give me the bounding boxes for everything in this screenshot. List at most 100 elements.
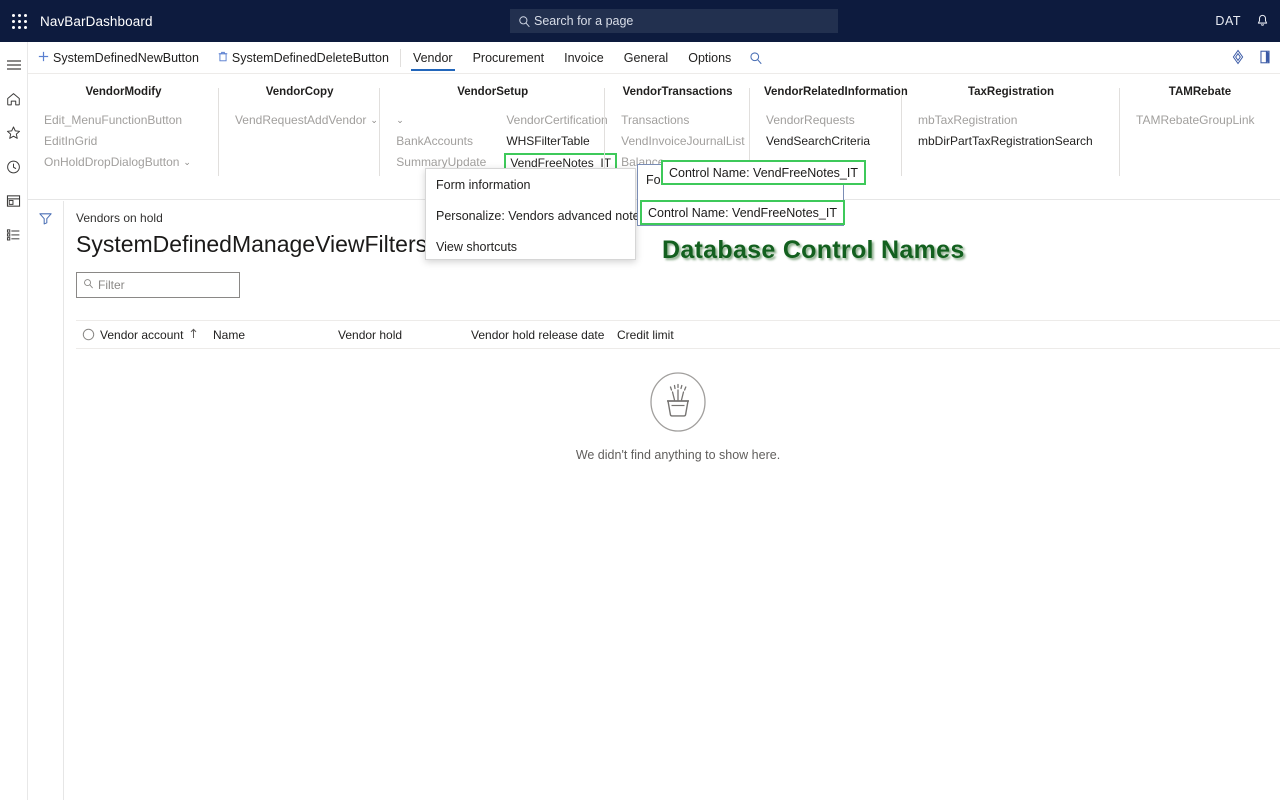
ribbon-command-editingrid[interactable]: EditInGrid — [42, 131, 193, 151]
grid-column-vendor-hold[interactable]: Vendor hold — [338, 328, 471, 342]
ribbon-group-title: TaxRegistration — [967, 86, 1055, 98]
chevron-down-icon: ⌄ — [396, 115, 404, 125]
ribbon-command-transactions[interactable]: Transactions — [619, 110, 746, 130]
action-pane-tabstrip: SystemDefinedNewButton SystemDefinedDele… — [28, 42, 1280, 74]
quick-filter-input[interactable]: Filter — [76, 272, 240, 298]
ribbon-command-vendsearchcriteria[interactable]: VendSearchCriteria — [764, 131, 872, 151]
filter-rail — [28, 201, 64, 800]
empty-plant-pot-icon — [645, 369, 711, 440]
ribbon-command-label: VendSearchCriteria — [766, 134, 871, 148]
ribbon-command-vendinvoicejournallist[interactable]: VendInvoiceJournalList — [619, 131, 746, 151]
ribbon-command-mbtaxregistration[interactable]: mbTaxRegistration — [916, 110, 1095, 130]
ribbon-command-vendrequestaddvendor[interactable]: VendRequestAddVendor ⌄ — [233, 110, 380, 130]
ribbon-command-label: mbDirPartTaxRegistrationSearch — [918, 134, 1093, 148]
grid-header-row: Vendor account Name Vendor hold Vendor h… — [76, 321, 1280, 349]
tab-general[interactable]: General — [614, 42, 678, 74]
ribbon-command-mbdirparttaxregistrationsearch[interactable]: mbDirPartTaxRegistrationSearch — [916, 131, 1095, 151]
grid-column-vendor-account[interactable]: Vendor account — [100, 328, 213, 342]
ribbon-group-title: VendorCopy — [265, 86, 334, 98]
sort-ascending-arrow-icon — [189, 328, 198, 342]
ribbon-search-icon[interactable] — [741, 42, 771, 74]
new-button-label: SystemDefinedNewButton — [53, 50, 199, 65]
tab-invoice[interactable]: Invoice — [554, 42, 614, 74]
page-title-label: SystemDefinedManageViewFilters — [76, 231, 428, 257]
chevron-down-icon: ⌄ — [370, 115, 378, 125]
recent-clock-icon[interactable] — [0, 150, 28, 184]
ribbon-command-label: VendInvoiceJournalList — [621, 134, 745, 148]
ribbon-group-title: TAMRebate — [1168, 86, 1232, 98]
ribbon-command-vendorcertification[interactable]: VendorCertification — [504, 110, 617, 130]
ribbon-command-label: EditInGrid — [44, 134, 98, 148]
ribbon-group-title: VendorTransactions — [622, 86, 733, 98]
tab-general-label: General — [623, 50, 669, 65]
vendors-grid: Vendor account Name Vendor hold Vendor h… — [76, 320, 1280, 800]
workspace-icon[interactable] — [0, 184, 28, 218]
page-search-input[interactable]: Search for a page — [510, 9, 838, 33]
grid-column-credit-limit[interactable]: Credit limit — [617, 328, 674, 342]
ribbon-group-tamrebate: TAMRebate TAMRebateGroupLink — [1120, 86, 1280, 186]
ribbon-command-overflow-caret[interactable]: ⌄ — [394, 110, 488, 130]
menu-item-view-shortcuts[interactable]: View shortcuts — [426, 231, 635, 262]
notifications-bell-icon[interactable] — [1255, 13, 1270, 29]
new-button[interactable]: SystemDefinedNewButton — [28, 42, 208, 74]
app-launcher-icon[interactable] — [0, 0, 38, 42]
control-name-tooltip-upper: Control Name: VendFreeNotes_IT — [661, 160, 866, 185]
delete-button-label: SystemDefinedDeleteButton — [231, 50, 389, 65]
ribbon-command-label: TAMRebateGroupLink — [1136, 113, 1255, 127]
chevron-down-icon: ⌄ — [183, 157, 191, 167]
ribbon-group-vendorcopy: VendorCopy VendRequestAddVendor ⌄ — [219, 86, 381, 186]
ribbon-command-bankaccounts[interactable]: BankAccounts — [394, 131, 488, 151]
tab-divider — [399, 48, 401, 67]
ribbon-command-label: Transactions — [621, 113, 690, 127]
select-all-circle-icon[interactable] — [76, 328, 100, 341]
control-name-tooltip-lower: Control Name: VendFreeNotes_IT — [640, 200, 845, 225]
search-icon — [83, 278, 94, 292]
tab-options[interactable]: Options — [678, 42, 741, 74]
ribbon-command-vendorrequests[interactable]: VendorRequests — [764, 110, 872, 130]
action-pane-right-icons — [1230, 42, 1272, 74]
ribbon-command-edit-menufunctionbutton[interactable]: Edit_MenuFunctionButton — [42, 110, 193, 130]
grid-column-label: Vendor hold release date — [471, 327, 605, 342]
navigation-toggle-hamburger-icon[interactable] — [0, 48, 28, 82]
form-context-menu: Form information Personalize: Vendors ad… — [425, 168, 680, 262]
main-content: Vendors on hold SystemDefinedManageViewF… — [64, 201, 1280, 800]
ribbon-command-label: VendRequestAddVendor — [234, 113, 367, 127]
tab-vendor[interactable]: Vendor — [403, 42, 463, 74]
ribbon-group-title: VendorSetup — [457, 86, 529, 98]
menu-item-personalize[interactable]: Personalize: Vendors advanced notes setu… — [426, 200, 680, 231]
trash-icon — [217, 50, 229, 66]
delete-button[interactable]: SystemDefinedDeleteButton — [208, 42, 398, 74]
top-navigation-bar: NavBarDashboard Search for a page DAT — [0, 0, 1280, 42]
tab-procurement-label: Procurement — [472, 50, 545, 65]
ribbon-group-vendormodify: VendorModify Edit_MenuFunctionButton Edi… — [28, 86, 219, 186]
tab-procurement[interactable]: Procurement — [463, 42, 555, 74]
panel-collapse-icon[interactable] — [1258, 49, 1272, 68]
grid-column-vendor-hold-release-date[interactable]: Vendor hold release date — [471, 328, 617, 342]
annotation-database-control-names: Database Control Names — [662, 236, 965, 264]
favorites-star-icon[interactable] — [0, 116, 28, 150]
grid-column-name[interactable]: Name — [213, 328, 338, 342]
ribbon-command-tamrebategrouplink[interactable]: TAMRebateGroupLink — [1134, 110, 1257, 130]
menu-item-form-information[interactable]: Form information — [426, 169, 635, 200]
grid-column-label: Credit limit — [617, 327, 674, 342]
app-title: NavBarDashboard — [40, 13, 153, 29]
grid-column-label: Vendor hold — [338, 327, 403, 342]
modules-list-icon[interactable] — [0, 218, 28, 252]
filter-funnel-icon[interactable] — [38, 211, 53, 800]
gem-diamond-icon[interactable] — [1230, 49, 1246, 68]
tab-vendor-label: Vendor — [412, 50, 453, 65]
ribbon-command-label: Edit_MenuFunctionButton — [44, 113, 183, 127]
ribbon-group-title: VendorModify — [85, 86, 162, 98]
topbar-right-cluster: DAT — [1215, 0, 1270, 42]
search-icon — [518, 15, 531, 28]
home-icon[interactable] — [0, 82, 28, 116]
ribbon-command-label: VendorCertification — [506, 113, 608, 127]
grid-column-label: Vendor account — [100, 327, 184, 342]
grid-empty-message: We didn't find anything to show here. — [575, 448, 781, 462]
ribbon-command-whsfiltertable[interactable]: WHSFilterTable — [504, 131, 617, 151]
ribbon-command-label: OnHoldDropDialogButton — [44, 155, 180, 169]
ribbon-command-onholddropdialogbutton[interactable]: OnHoldDropDialogButton ⌄ — [42, 152, 193, 172]
ribbon-command-label: mbTaxRegistration — [918, 113, 1018, 127]
user-avatar-initials[interactable]: DAT — [1215, 14, 1241, 28]
tab-options-label: Options — [688, 50, 732, 65]
